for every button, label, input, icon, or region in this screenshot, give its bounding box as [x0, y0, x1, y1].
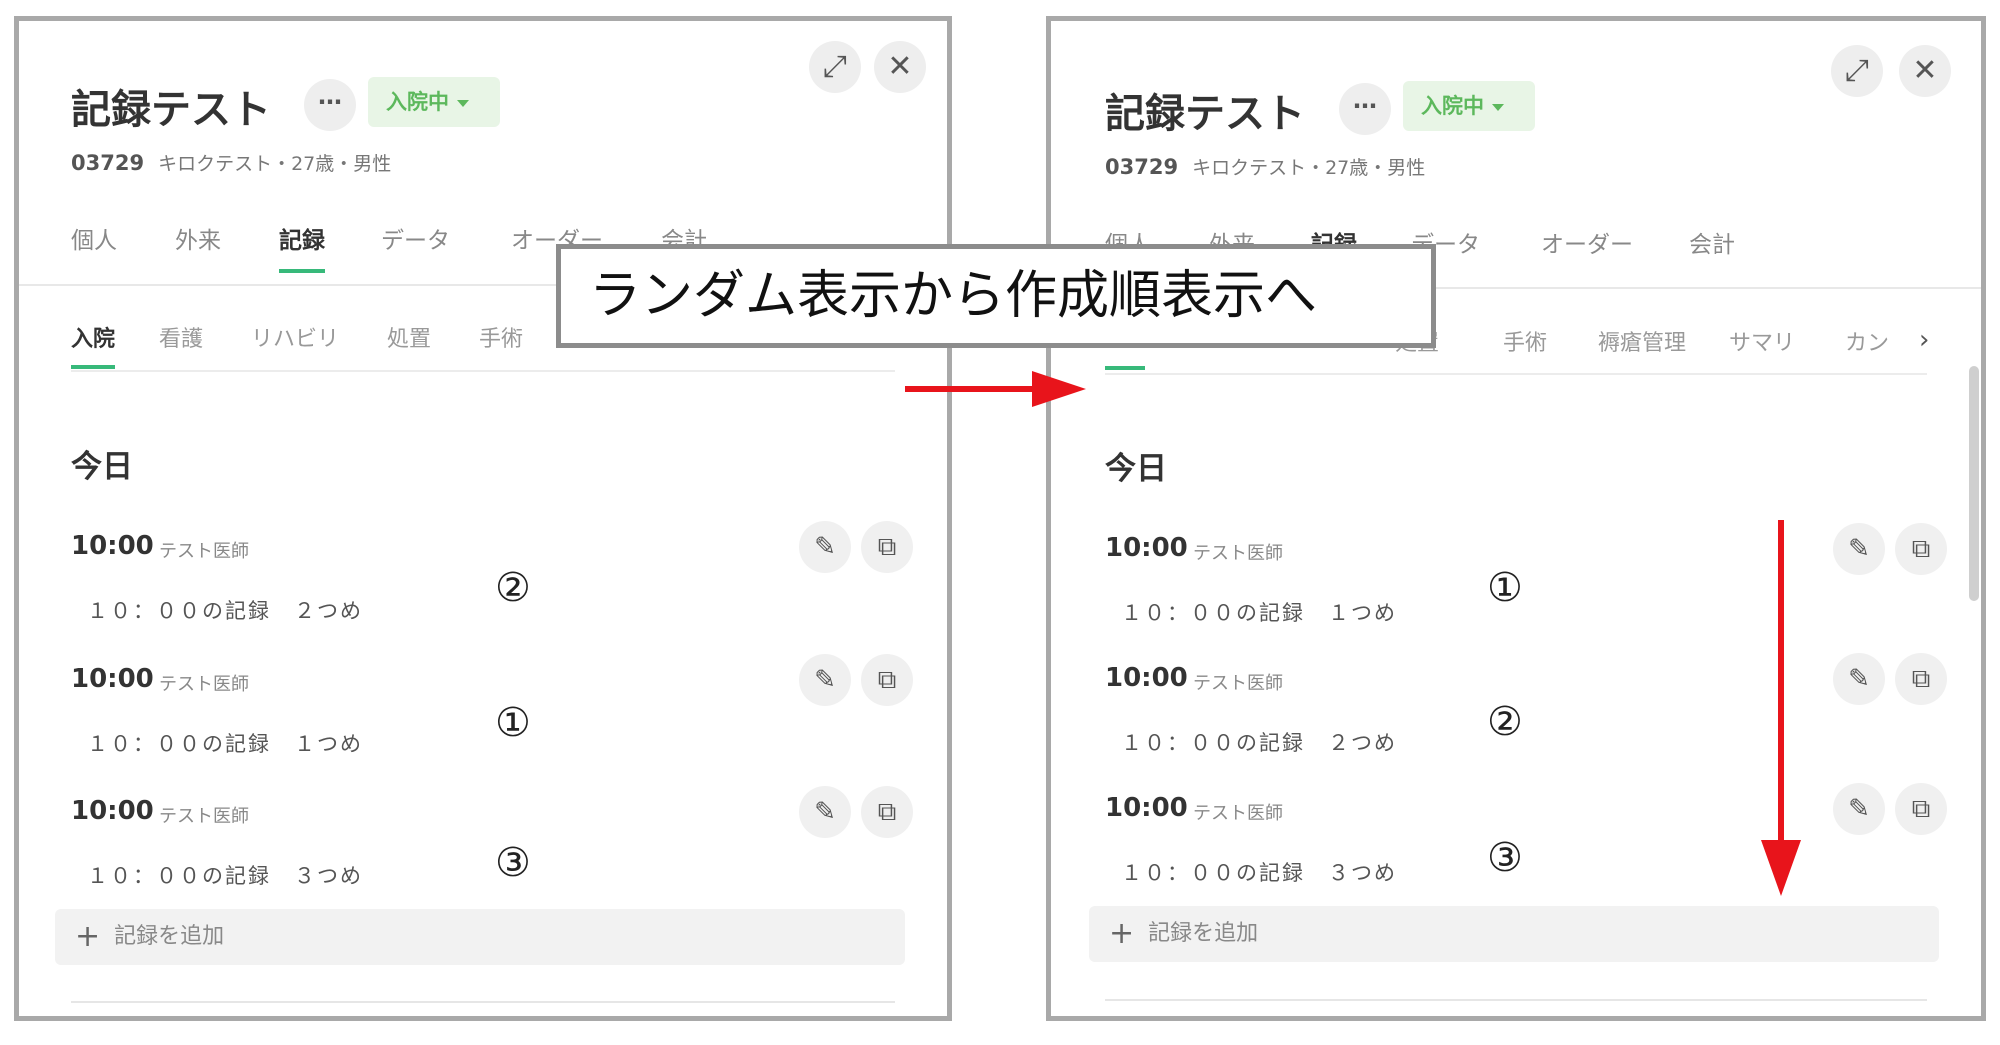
annotation-arrows — [905, 371, 1801, 896]
right-arrow-icon — [905, 371, 1086, 407]
down-arrow-icon — [1761, 520, 1801, 896]
